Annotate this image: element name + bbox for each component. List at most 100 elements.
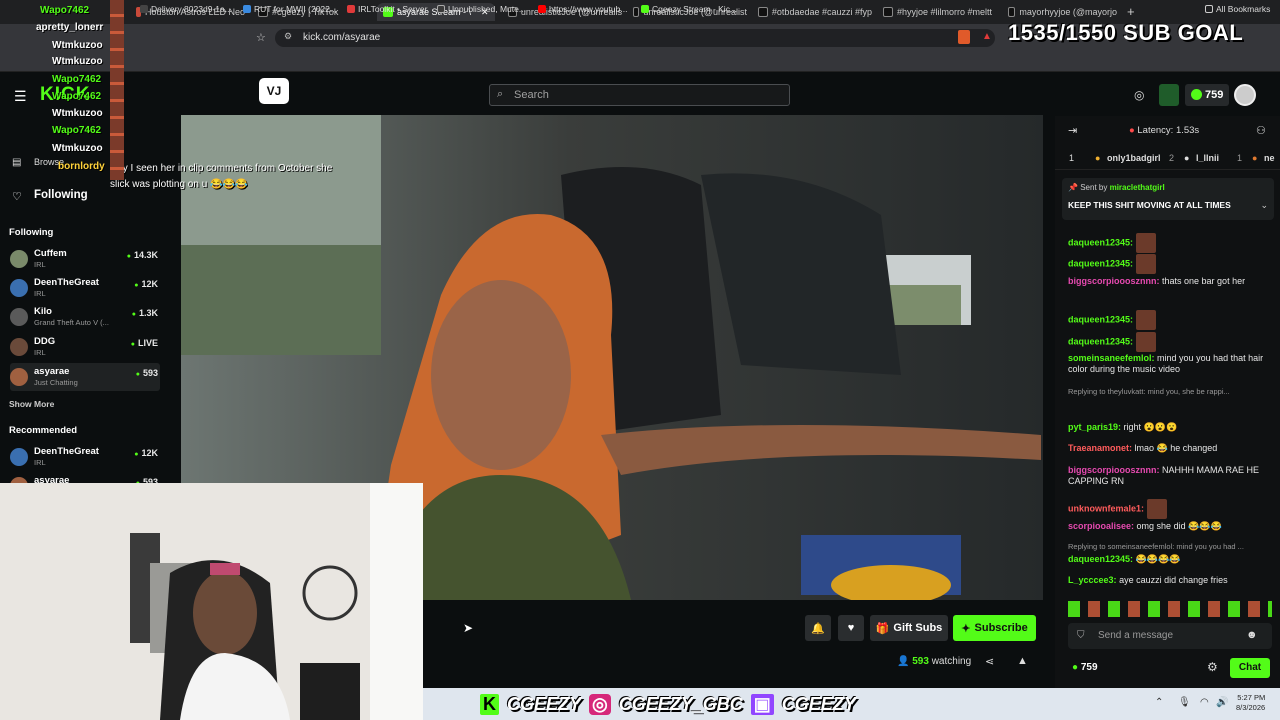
pinned-message[interactable]: 📌 Sent by miraclethatgirl KEEP THIS SHIT… bbox=[1062, 178, 1274, 220]
gift-icon: 🎁 bbox=[875, 622, 890, 635]
extension-alert-icon[interactable]: ▲ bbox=[982, 31, 992, 42]
bookmarks-bar bbox=[0, 52, 1280, 72]
bookmark-rut[interactable]: RUT for MWII (2022... bbox=[243, 4, 337, 14]
emote-quick-bar[interactable] bbox=[1068, 601, 1272, 617]
overlay-chat-name: Wtmkuzoo bbox=[52, 56, 103, 67]
heart-icon: ♥ bbox=[847, 622, 855, 634]
extension-shield-icon[interactable] bbox=[958, 30, 970, 44]
new-tab-button[interactable]: + bbox=[1127, 4, 1135, 19]
social-banner: K CGEEZY ◎ CGEEZY_GBC ▣ CGEEZY bbox=[480, 690, 856, 718]
bookmark-unpublished[interactable]: Unpublished, Mute... bbox=[437, 4, 526, 14]
chat-message: biggscorpiooosznnn: NAHHH MAMA RAE HE CA… bbox=[1068, 465, 1260, 486]
overlay-chat-name: apretty_lonerr bbox=[36, 22, 104, 33]
url-field[interactable]: kick.com/asyarae bbox=[275, 29, 995, 47]
chat-message: daqueen12345: bbox=[1068, 310, 1272, 330]
chat-message: L_ycccee3: aye cauzzi did change fries bbox=[1068, 575, 1228, 585]
system-clock[interactable]: 5:27 PM 8/3/2026 bbox=[1236, 693, 1265, 713]
heart-icon: ♡ bbox=[12, 191, 22, 203]
emote bbox=[1146, 499, 1167, 519]
overlay-chat-name: Wtmkuzoo bbox=[52, 143, 103, 154]
shield-icon: ⛉ bbox=[1077, 630, 1085, 641]
recommended-section-title: Recommended bbox=[9, 425, 78, 436]
overlay-chat-name: Wapo7462 bbox=[40, 5, 90, 16]
followed-channel-kilo[interactable]: Kilo Grand Theft Auto V (... 1.3K bbox=[10, 306, 160, 334]
chat-message: daqueen12345: 😂😂😂😂 bbox=[1068, 554, 1181, 564]
site-info-icon[interactable]: ⚙ bbox=[284, 31, 292, 42]
microphone-icon[interactable]: 🎙 bbox=[1178, 697, 1191, 708]
overlay-chat-name: bornlordy bbox=[58, 161, 105, 172]
bookmark-irltoolkit[interactable]: IRLToolkit • Server bbox=[347, 4, 427, 14]
bell-icon: 🔔 bbox=[811, 622, 825, 635]
search-input[interactable]: Search bbox=[489, 84, 790, 106]
collapse-chat-icon[interactable]: ⇥ bbox=[1068, 124, 1077, 137]
follow-heart-button[interactable]: ♥ bbox=[838, 615, 864, 641]
chat-users-icon[interactable]: ⚇ bbox=[1256, 124, 1266, 137]
report-icon[interactable]: ▲ bbox=[1017, 655, 1028, 667]
overlay-chat-name: Wtmkuzoo bbox=[52, 108, 103, 119]
hamburger-menu-icon[interactable]: ☰ bbox=[14, 88, 27, 105]
chat-message: daqueen12345: bbox=[1068, 332, 1272, 352]
wallet-icon[interactable] bbox=[1159, 84, 1179, 106]
bookmark-delivery[interactable]: Delivery 8023d9-1a... bbox=[140, 4, 232, 14]
avatar bbox=[10, 250, 28, 268]
chevron-down-icon[interactable]: ⌄ bbox=[1260, 200, 1268, 211]
emoji-icon[interactable]: ☻ bbox=[1246, 629, 1258, 641]
volume-icon[interactable]: 🔊 bbox=[1216, 697, 1228, 708]
vertical-logo-icon[interactable]: VJ bbox=[259, 78, 289, 104]
following-section-title: Following bbox=[9, 227, 54, 238]
notification-bell-button[interactable]: 🔔 bbox=[805, 615, 831, 641]
chat-reply-context: Replying to someinsaneefemlol: mind you … bbox=[1068, 542, 1244, 551]
chat-send-button[interactable]: Chat bbox=[1230, 658, 1270, 678]
overlay-chat-name: Wapo7462 bbox=[52, 74, 102, 85]
followed-channel-ddg[interactable]: DDG IRL LIVE bbox=[10, 336, 160, 364]
user-avatar[interactable] bbox=[1234, 84, 1256, 106]
overlay-chat-name: Wtmkuzoo bbox=[52, 40, 103, 51]
share-icon[interactable]: ⋖ bbox=[985, 655, 994, 668]
chat-message: scorpiooalisee: omg she did 😂😂😂 bbox=[1068, 521, 1222, 531]
user-icon: 👤 bbox=[897, 656, 910, 667]
twitch-icon: ▣ bbox=[750, 693, 774, 715]
bookmark-star-icon[interactable]: ☆ bbox=[256, 31, 266, 44]
browse-icon: ▤ bbox=[12, 157, 22, 168]
avatar bbox=[10, 279, 28, 297]
star-icon: ✦ bbox=[961, 622, 971, 635]
gift-subs-button[interactable]: 🎁 Gift Subs bbox=[870, 615, 948, 641]
chat-message: daqueen12345: bbox=[1068, 254, 1272, 274]
overlay-clip-comment: why I seen her in clip comments from Oct… bbox=[110, 163, 333, 190]
followed-channel-cuffem[interactable]: Cuffem IRL 14.3K bbox=[10, 248, 160, 276]
tab-otbdaedae[interactable]: #otbdaedae #cauzzi #fyp bbox=[752, 3, 872, 21]
instagram-icon: ◎ bbox=[589, 693, 611, 715]
show-more-link[interactable]: Show More bbox=[9, 399, 54, 409]
chat-message: pyt_paris19: right 😮😮😮 bbox=[1068, 422, 1178, 432]
sub-goal-overlay: 1535/1550 SUB GOAL bbox=[1008, 20, 1244, 45]
emote bbox=[1135, 233, 1156, 253]
webcam-frame bbox=[0, 483, 423, 720]
subscribe-button[interactable]: ✦ Subscribe bbox=[953, 615, 1036, 641]
tab-mayorhyyjoe[interactable]: mayorhyyjoe (@mayorjo bbox=[1002, 3, 1117, 21]
followed-channel-asyarae[interactable]: asyarae Just Chatting 593 bbox=[10, 363, 160, 391]
bookmark-cgeezy-stream[interactable]: Cgeezy Stream - Kic... bbox=[641, 4, 737, 14]
chat-message: Traeanamonet: lmao 😂 he changed bbox=[1068, 443, 1218, 453]
gift-leaderboard: 1 ● only1badgirl 2 ● l_llnii 1 ● ne bbox=[1055, 146, 1280, 170]
overlay-chat-name: Wapo7462 bbox=[52, 125, 102, 136]
followed-channel-deenthegreat[interactable]: DeenTheGreat IRL 12K bbox=[10, 277, 160, 305]
avatar bbox=[10, 368, 28, 386]
tray-chevron-up-icon[interactable]: ⌃ bbox=[1155, 697, 1163, 708]
streamer-webcam bbox=[0, 483, 423, 720]
emote bbox=[1135, 310, 1156, 330]
recommended-channel-deenthegreat[interactable]: DeenTheGreat IRL 12K bbox=[10, 446, 160, 474]
avatar bbox=[10, 308, 28, 326]
emote bbox=[1135, 254, 1156, 274]
activity-icon[interactable]: ◎ bbox=[1134, 88, 1144, 102]
bookmark-youtube[interactable]: https://www.youtub... bbox=[538, 4, 627, 14]
gear-icon[interactable]: ⚙ bbox=[1207, 660, 1218, 674]
viewer-count: 👤 593 watching bbox=[897, 656, 972, 667]
chat-points[interactable]: ● 759 bbox=[1072, 662, 1098, 673]
wifi-icon[interactable]: ◠ bbox=[1200, 697, 1209, 708]
chat-message-input[interactable]: Send a message bbox=[1068, 623, 1272, 649]
avatar bbox=[10, 338, 28, 356]
following-nav-item[interactable]: Following bbox=[34, 189, 88, 201]
stream-info-bar bbox=[423, 600, 1063, 688]
all-bookmarks-button[interactable]: All Bookmarks bbox=[1205, 4, 1270, 14]
tab-hyyjoe[interactable]: #hyyjoe #lilmorro #meltt bbox=[877, 3, 997, 21]
